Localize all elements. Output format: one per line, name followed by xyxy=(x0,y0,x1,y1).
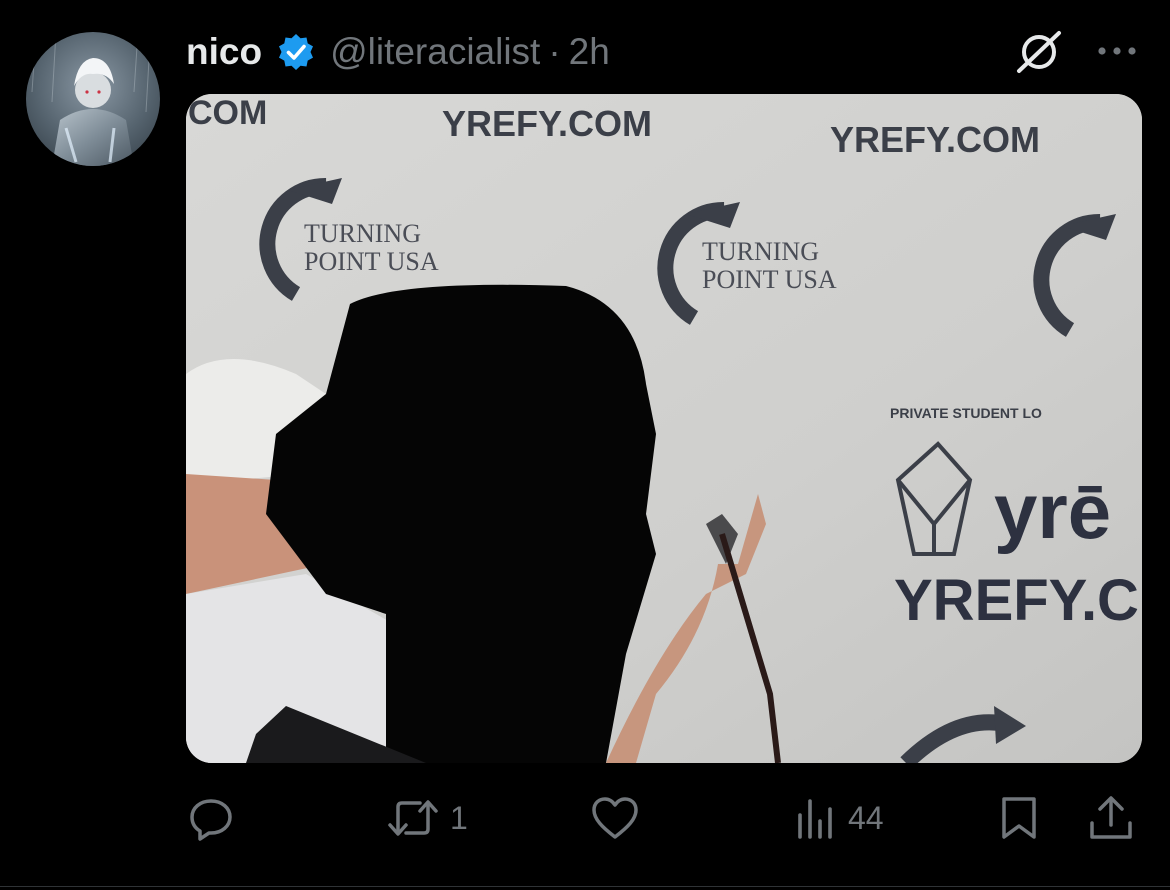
svg-text:TURNING: TURNING xyxy=(304,219,421,248)
tweet-divider xyxy=(0,886,1170,887)
backdrop-site-text: YREFY.COM xyxy=(442,103,652,144)
separator-dot: · xyxy=(548,31,561,72)
svg-text:POINT USA: POINT USA xyxy=(304,247,439,276)
author-name[interactable]: nico xyxy=(186,31,262,73)
retweet-button[interactable]: 1 xyxy=(386,792,468,844)
like-button[interactable] xyxy=(590,792,650,844)
backdrop-site-text: COM xyxy=(188,94,267,132)
svg-text:POINT USA: POINT USA xyxy=(702,265,837,294)
bookmark-icon xyxy=(1002,797,1036,839)
views-button[interactable]: 44 xyxy=(794,792,884,844)
avatar-illustration xyxy=(31,32,151,166)
reply-icon xyxy=(190,799,232,841)
avatar[interactable] xyxy=(26,32,160,166)
reply-button[interactable] xyxy=(186,792,246,844)
timestamp[interactable]: 2h xyxy=(569,31,610,73)
retweet-count: 1 xyxy=(450,799,468,836)
event-photo: COM YREFY.COM YREFY.COM PRIVATE STUDENT … xyxy=(186,94,1142,763)
backdrop-site-text: YREFY.COM xyxy=(830,119,1040,160)
retweet-icon xyxy=(388,800,438,836)
backdrop-site-text: YREFY.C xyxy=(894,568,1139,633)
verified-badge-icon[interactable] xyxy=(276,32,316,72)
more-options-icon[interactable] xyxy=(1094,36,1140,66)
author-handle[interactable]: @literacialist xyxy=(330,31,540,73)
views-icon xyxy=(798,799,832,839)
backdrop-logo-word: yrē xyxy=(994,467,1111,555)
tweet: nico @literacialist · 2h COM YREFY.COM Y… xyxy=(0,0,1170,890)
tweet-header: nico @literacialist · 2h xyxy=(186,26,610,78)
views-count: 44 xyxy=(848,799,884,836)
share-button[interactable] xyxy=(1086,792,1136,844)
backdrop-banner-text: PRIVATE STUDENT LO xyxy=(890,405,1042,421)
bookmark-button[interactable] xyxy=(994,792,1044,844)
heart-icon xyxy=(592,797,638,839)
svg-text:TURNING: TURNING xyxy=(702,237,819,266)
grok-icon[interactable] xyxy=(1014,27,1064,77)
tweet-action-bar: 1 44 xyxy=(186,792,1142,844)
tweet-media-image[interactable]: COM YREFY.COM YREFY.COM PRIVATE STUDENT … xyxy=(186,94,1142,763)
share-icon xyxy=(1090,796,1132,839)
